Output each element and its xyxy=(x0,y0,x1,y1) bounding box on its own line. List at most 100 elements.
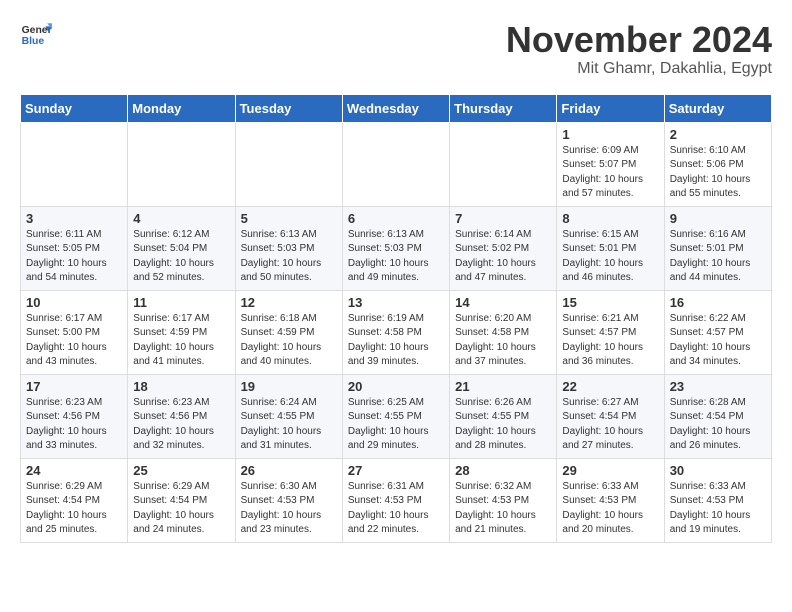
calendar-cell xyxy=(128,122,235,206)
calendar-week-3: 10 Sunrise: 6:17 AMSunset: 5:00 PMDayligh… xyxy=(21,290,772,374)
day-number: 8 xyxy=(562,211,658,226)
weekday-header-tuesday: Tuesday xyxy=(235,94,342,122)
day-info: Sunrise: 6:14 AMSunset: 5:02 PMDaylight:… xyxy=(455,228,551,286)
day-number: 19 xyxy=(241,379,337,394)
day-info: Sunrise: 6:15 AMSunset: 5:01 PMDaylight:… xyxy=(562,228,658,286)
calendar-cell xyxy=(342,122,449,206)
day-number: 27 xyxy=(348,463,444,478)
location-subtitle: Mit Ghamr, Dakahlia, Egypt xyxy=(506,60,772,78)
day-number: 13 xyxy=(348,295,444,310)
calendar-cell: 11 Sunrise: 6:17 AMSunset: 4:59 PMDayligh… xyxy=(128,290,235,374)
month-title: November 2024 xyxy=(506,20,772,60)
day-info: Sunrise: 6:27 AMSunset: 4:54 PMDaylight:… xyxy=(562,396,658,454)
day-number: 14 xyxy=(455,295,551,310)
day-number: 17 xyxy=(26,379,122,394)
calendar-cell: 23 Sunrise: 6:28 AMSunset: 4:54 PMDayligh… xyxy=(664,374,771,458)
calendar-cell: 29Sunrise: 6:33 AMSunset: 4:53 PMDayligh… xyxy=(557,458,664,542)
day-number: 6 xyxy=(348,211,444,226)
calendar-cell: 2Sunrise: 6:10 AMSunset: 5:06 PMDaylight… xyxy=(664,122,771,206)
day-number: 18 xyxy=(133,379,229,394)
day-info: Sunrise: 6:23 AMSunset: 4:56 PMDaylight:… xyxy=(133,396,229,454)
day-info: Sunrise: 6:29 AMSunset: 4:54 PMDaylight:… xyxy=(133,480,229,538)
day-info: Sunrise: 6:31 AMSunset: 4:53 PMDaylight:… xyxy=(348,480,444,538)
day-number: 15 xyxy=(562,295,658,310)
weekday-header-sunday: Sunday xyxy=(21,94,128,122)
day-info: Sunrise: 6:32 AMSunset: 4:53 PMDaylight:… xyxy=(455,480,551,538)
day-info: Sunrise: 6:19 AMSunset: 4:58 PMDaylight:… xyxy=(348,312,444,370)
day-info: Sunrise: 6:30 AMSunset: 4:53 PMDaylight:… xyxy=(241,480,337,538)
calendar-cell: 1 Sunrise: 6:09 AMSunset: 5:07 PMDaylight… xyxy=(557,122,664,206)
day-number: 29 xyxy=(562,463,658,478)
day-info: Sunrise: 6:26 AMSunset: 4:55 PMDaylight:… xyxy=(455,396,551,454)
day-number: 4 xyxy=(133,211,229,226)
weekday-header-row: SundayMondayTuesdayWednesdayThursdayFrid… xyxy=(21,94,772,122)
calendar-cell: 21Sunrise: 6:26 AMSunset: 4:55 PMDayligh… xyxy=(450,374,557,458)
calendar-cell: 5 Sunrise: 6:13 AMSunset: 5:03 PMDaylight… xyxy=(235,206,342,290)
logo-icon: General Blue xyxy=(20,20,52,48)
calendar-cell: 9Sunrise: 6:16 AMSunset: 5:01 PMDaylight… xyxy=(664,206,771,290)
calendar-cell: 26 Sunrise: 6:30 AMSunset: 4:53 PMDayligh… xyxy=(235,458,342,542)
day-number: 5 xyxy=(241,211,337,226)
day-info: Sunrise: 6:28 AMSunset: 4:54 PMDaylight:… xyxy=(670,396,766,454)
day-number: 20 xyxy=(348,379,444,394)
calendar-cell: 24Sunrise: 6:29 AMSunset: 4:54 PMDayligh… xyxy=(21,458,128,542)
calendar-cell xyxy=(235,122,342,206)
day-info: Sunrise: 6:18 AMSunset: 4:59 PMDaylight:… xyxy=(241,312,337,370)
calendar-cell: 19 Sunrise: 6:24 AMSunset: 4:55 PMDayligh… xyxy=(235,374,342,458)
calendar-cell xyxy=(21,122,128,206)
day-info: Sunrise: 6:20 AMSunset: 4:58 PMDaylight:… xyxy=(455,312,551,370)
weekday-header-monday: Monday xyxy=(128,94,235,122)
calendar-cell: 8 Sunrise: 6:15 AMSunset: 5:01 PMDaylight… xyxy=(557,206,664,290)
title-block: November 2024 Mit Ghamr, Dakahlia, Egypt xyxy=(506,20,772,78)
calendar-cell: 10 Sunrise: 6:17 AMSunset: 5:00 PMDayligh… xyxy=(21,290,128,374)
day-number: 23 xyxy=(670,379,766,394)
day-number: 7 xyxy=(455,211,551,226)
day-info: Sunrise: 6:12 AMSunset: 5:04 PMDaylight:… xyxy=(133,228,229,286)
calendar-cell: 27 Sunrise: 6:31 AMSunset: 4:53 PMDayligh… xyxy=(342,458,449,542)
day-info: Sunrise: 6:11 AMSunset: 5:05 PMDaylight:… xyxy=(26,228,122,286)
day-number: 16 xyxy=(670,295,766,310)
day-number: 26 xyxy=(241,463,337,478)
day-number: 10 xyxy=(26,295,122,310)
day-number: 9 xyxy=(670,211,766,226)
day-info: Sunrise: 6:17 AMSunset: 4:59 PMDaylight:… xyxy=(133,312,229,370)
day-info: Sunrise: 6:09 AMSunset: 5:07 PMDaylight:… xyxy=(562,144,658,202)
calendar-cell: 7 Sunrise: 6:14 AMSunset: 5:02 PMDaylight… xyxy=(450,206,557,290)
weekday-header-friday: Friday xyxy=(557,94,664,122)
day-number: 12 xyxy=(241,295,337,310)
day-number: 1 xyxy=(562,127,658,142)
calendar-cell: 17Sunrise: 6:23 AMSunset: 4:56 PMDayligh… xyxy=(21,374,128,458)
day-info: Sunrise: 6:24 AMSunset: 4:55 PMDaylight:… xyxy=(241,396,337,454)
calendar-cell: 4 Sunrise: 6:12 AMSunset: 5:04 PMDaylight… xyxy=(128,206,235,290)
weekday-header-thursday: Thursday xyxy=(450,94,557,122)
day-info: Sunrise: 6:13 AMSunset: 5:03 PMDaylight:… xyxy=(241,228,337,286)
calendar-cell: 22 Sunrise: 6:27 AMSunset: 4:54 PMDayligh… xyxy=(557,374,664,458)
calendar-week-4: 17 Sunrise: 6:23 AMSunset: 4:56 PMDayligh… xyxy=(21,374,772,458)
calendar-cell: 20 Sunrise: 6:25 AMSunset: 4:55 PMDayligh… xyxy=(342,374,449,458)
day-number: 28 xyxy=(455,463,551,478)
svg-text:Blue: Blue xyxy=(22,36,45,47)
calendar-cell: 25Sunrise: 6:29 AMSunset: 4:54 PMDayligh… xyxy=(128,458,235,542)
calendar-cell: 3 Sunrise: 6:11 AMSunset: 5:05 PMDaylight… xyxy=(21,206,128,290)
calendar-cell xyxy=(450,122,557,206)
day-number: 11 xyxy=(133,295,229,310)
day-number: 22 xyxy=(562,379,658,394)
logo: General Blue xyxy=(20,20,52,48)
day-info: Sunrise: 6:22 AMSunset: 4:57 PMDaylight:… xyxy=(670,312,766,370)
weekday-header-saturday: Saturday xyxy=(664,94,771,122)
calendar-cell: 12 Sunrise: 6:18 AMSunset: 4:59 PMDayligh… xyxy=(235,290,342,374)
calendar-cell: 28 Sunrise: 6:32 AMSunset: 4:53 PMDayligh… xyxy=(450,458,557,542)
calendar-cell: 30 Sunrise: 6:33 AMSunset: 4:53 PMDayligh… xyxy=(664,458,771,542)
calendar-cell: 6Sunrise: 6:13 AMSunset: 5:03 PMDaylight… xyxy=(342,206,449,290)
day-info: Sunrise: 6:17 AMSunset: 5:00 PMDaylight:… xyxy=(26,312,122,370)
day-info: Sunrise: 6:25 AMSunset: 4:55 PMDaylight:… xyxy=(348,396,444,454)
calendar-cell: 16 Sunrise: 6:22 AMSunset: 4:57 PMDayligh… xyxy=(664,290,771,374)
day-number: 3 xyxy=(26,211,122,226)
calendar-cell: 15Sunrise: 6:21 AMSunset: 4:57 PMDayligh… xyxy=(557,290,664,374)
day-info: Sunrise: 6:33 AMSunset: 4:53 PMDaylight:… xyxy=(670,480,766,538)
day-info: Sunrise: 6:29 AMSunset: 4:54 PMDaylight:… xyxy=(26,480,122,538)
calendar-week-5: 24Sunrise: 6:29 AMSunset: 4:54 PMDayligh… xyxy=(21,458,772,542)
calendar-table: SundayMondayTuesdayWednesdayThursdayFrid… xyxy=(20,94,772,543)
day-number: 30 xyxy=(670,463,766,478)
page-header: General Blue November 2024 Mit Ghamr, Da… xyxy=(20,20,772,78)
